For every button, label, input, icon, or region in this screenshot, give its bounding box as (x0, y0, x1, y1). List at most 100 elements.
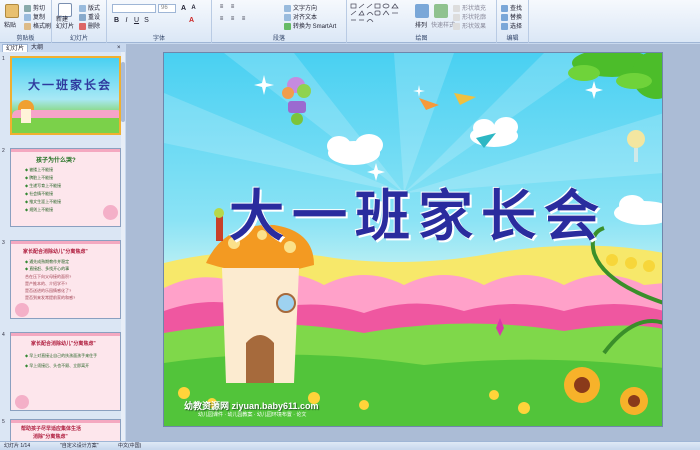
copy-button[interactable]: 复制 (24, 12, 45, 21)
strikethrough-button[interactable]: S (142, 16, 151, 25)
pane-tabs: 幻灯片 大纲 × (0, 44, 125, 52)
thumb-title: 孩子为什么哭? (36, 158, 76, 164)
font-color-button[interactable]: A (187, 16, 196, 25)
thumb-line: 生递写育上不能接 (25, 183, 61, 189)
leaves-icon (568, 53, 662, 99)
thumb-title: 大一班家长会 (28, 78, 113, 92)
sunflower-icon (564, 367, 600, 403)
thumb-line: 脾脏上不能接 (25, 175, 53, 181)
smartart-icon (284, 22, 291, 30)
slide-number: 3 (2, 240, 5, 246)
sunflower-icon (620, 387, 648, 415)
thumb-line: 早上须接后、头也不顾、立即离开 (25, 363, 89, 369)
thumb-line: 直接赶、多找开心的事 (25, 266, 69, 272)
cartoon-icon (15, 303, 29, 317)
align-right-icon[interactable]: ≡ (239, 15, 248, 24)
paste-icon (5, 4, 19, 18)
grow-font-button[interactable]: A (179, 4, 188, 13)
format-painter-button[interactable]: 格式刷 (24, 21, 51, 30)
close-pane-icon[interactable]: × (114, 44, 124, 52)
scissors-icon (24, 4, 31, 12)
delete-slide-button[interactable]: 删除 (79, 21, 100, 30)
find-button[interactable]: 查找 (501, 3, 522, 12)
slides-group: 新建 幻灯片 版式 重设 删除 幻灯片 (52, 0, 107, 43)
effects-icon (453, 22, 460, 30)
cursor-icon (501, 22, 508, 30)
clipboard-group: 粘贴 剪切 复制 格式刷 剪贴板 (0, 0, 52, 43)
fill-icon (453, 4, 460, 12)
text-direction-icon (284, 4, 291, 12)
select-button[interactable]: 选择 (501, 21, 522, 30)
paragraph-group: ≡ ≡ ≡ ≡ ≡ 文字方向 对齐文本 转换为 SmartArt 段落 (212, 0, 347, 43)
arrange-button[interactable]: 排列 (415, 20, 427, 29)
align-text-button[interactable]: 对齐文本 (284, 12, 317, 21)
reset-button[interactable]: 重设 (79, 12, 100, 21)
thumb-title: 家长配合消除幼儿"分离焦虑" (31, 341, 96, 347)
thumb-line: 是否送进的乐园情感化了? (25, 288, 72, 293)
paper-plane-icon (454, 93, 476, 105)
pane-scrollbar[interactable] (121, 52, 125, 441)
replace-button[interactable]: 替换 (501, 12, 522, 21)
cartoon-icon (103, 205, 118, 220)
shape-fill-button[interactable]: 形状填充 (453, 3, 486, 12)
thumb-line: 通先成熟期教作并稳定 (25, 259, 69, 265)
numbering-icon[interactable]: ≡ (228, 3, 237, 12)
paste-button[interactable]: 粘贴 (4, 20, 16, 29)
thumb-line: 被搂上不能接 (25, 167, 53, 173)
scrollbar-thumb[interactable] (121, 62, 125, 122)
group-label: 幻灯片 (69, 36, 88, 42)
italic-button[interactable]: I (122, 16, 131, 25)
slide-editor: 大一班家长会 幼教资源网 ziyuan.baby611.com 幼儿园课件 · … (126, 44, 700, 441)
group-label: 段落 (272, 36, 285, 42)
group-label: 剪贴板 (16, 36, 35, 42)
align-left-icon[interactable]: ≡ (217, 15, 226, 24)
group-label: 绘图 (415, 36, 428, 42)
bullets-icon[interactable]: ≡ (217, 3, 226, 12)
font-size-dropdown[interactable]: 96 (158, 4, 176, 13)
thumb-line: 早上对直接让自己的扶孩面孩手来住手 (25, 353, 97, 359)
arrange-icon (415, 4, 429, 18)
delete-icon (79, 22, 86, 30)
align-text-icon (284, 13, 291, 21)
thumb-line: 推文生涯上不能接 (25, 199, 61, 205)
slides-pane: 幻灯片 大纲 × 1 大一班家长会 2 孩子为什么哭? 被搂上不能接 脾脏上不能… (0, 44, 125, 441)
outline-icon (453, 13, 460, 21)
copy-icon (24, 13, 31, 21)
font-name-dropdown[interactable] (112, 4, 156, 13)
cut-button[interactable]: 剪切 (24, 3, 45, 12)
drawing-group: 排列 快速样式 形状填充 形状轮廓 形状效果 绘图 (347, 0, 497, 43)
layout-icon (79, 4, 86, 12)
slide-number: 2 (2, 148, 5, 154)
smartart-button[interactable]: 转换为 SmartArt (284, 21, 336, 30)
group-label: 编辑 (506, 36, 519, 42)
shape-effects-button[interactable]: 形状效果 (453, 21, 486, 30)
layout-button[interactable]: 版式 (79, 3, 100, 12)
tab-slides[interactable]: 幻灯片 (2, 44, 29, 52)
shrink-font-button[interactable]: A (189, 4, 198, 13)
replace-icon (501, 13, 508, 21)
text-direction-button[interactable]: 文字方向 (284, 3, 317, 12)
quick-styles-button[interactable]: 快速样式 (431, 20, 455, 29)
bold-button[interactable]: B (112, 16, 121, 25)
slide-thumbnail-image: 孩子为什么哭? 被搂上不能接 脾脏上不能接 生递写育上不能接 社会情不能接 推文… (10, 148, 121, 227)
thumb-line: 社会情不能接 (25, 191, 53, 197)
watermark-subtext: 幼儿园课件 · 幼儿园教案 · 幼儿园环境布置 · 论文 (198, 412, 307, 418)
tab-outline[interactable]: 大纲 (28, 44, 46, 52)
underline-button[interactable]: U (132, 16, 141, 25)
slide-number: 1 (2, 56, 5, 62)
align-center-icon[interactable]: ≡ (228, 15, 237, 24)
search-icon (501, 4, 508, 12)
thumb-title: 帮助孩子尽早适应集体生活 (21, 426, 82, 432)
new-slide-icon (58, 3, 72, 17)
slide-thumbnail-image: 大一班家长会 (10, 56, 121, 135)
shapes-gallery[interactable] (350, 3, 402, 29)
shape-outline-button[interactable]: 形状轮廓 (453, 12, 486, 21)
new-slide-button[interactable]: 新建 幻灯片 (56, 17, 78, 31)
thumb-line: 合在压下向父母接的面积? (25, 274, 72, 279)
quick-styles-icon (434, 4, 448, 18)
reset-icon (79, 13, 86, 21)
thumb-subtitle: 消除"分离焦虑" (33, 434, 68, 440)
slide-title[interactable]: 大一班家长会 (228, 171, 608, 251)
current-slide[interactable]: 大一班家长会 幼教资源网 ziyuan.baby611.com 幼儿园课件 · … (163, 52, 663, 427)
font-group: 96 A A B I U S A 字体 (107, 0, 212, 43)
